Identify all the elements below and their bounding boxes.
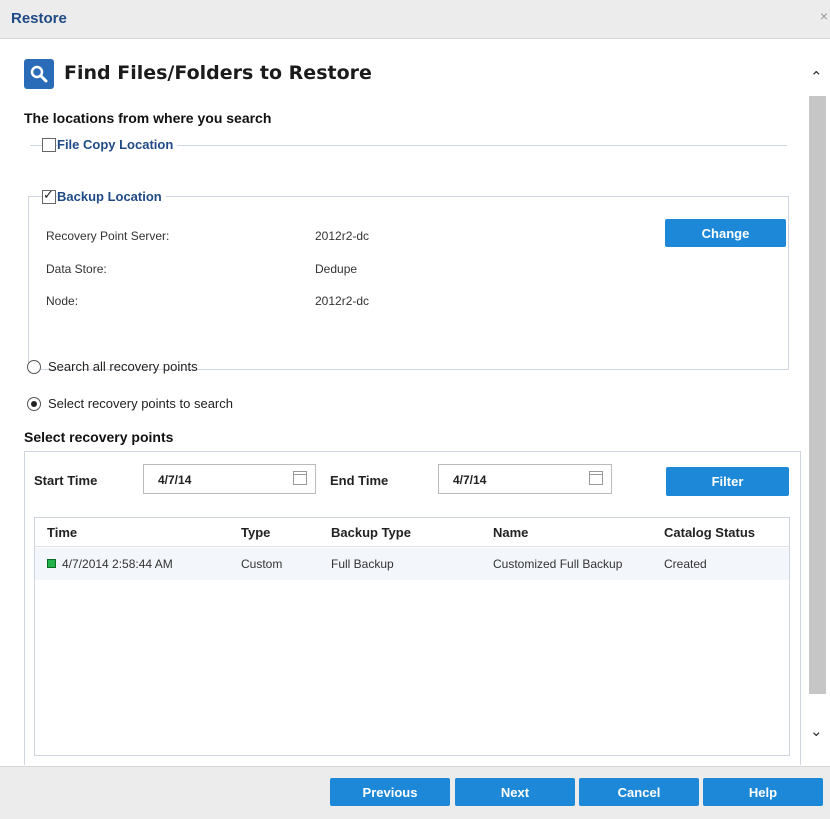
table-row[interactable]: 4/7/2014 2:58:44 AM Custom Full Backup C…	[35, 548, 789, 580]
calendar-icon[interactable]	[293, 471, 307, 485]
scroll-thumb[interactable]	[809, 96, 826, 694]
next-button[interactable]: Next	[455, 778, 575, 806]
vertical-scrollbar[interactable]: ⌃ ⌄	[806, 60, 830, 760]
page-title: Find Files/Folders to Restore	[64, 62, 372, 84]
data-store-label: Data Store:	[46, 262, 107, 276]
backup-location-label: Backup Location	[57, 189, 166, 204]
node-label: Node:	[46, 294, 79, 308]
rps-value: 2012r2-dc	[315, 229, 370, 243]
node-value: 2012r2-dc	[315, 294, 370, 308]
end-time-label: End Time	[330, 473, 389, 488]
recovery-points-table: Time Type Backup Type Name Catalog Statu…	[34, 517, 790, 756]
close-icon[interactable]: ×	[820, 8, 828, 24]
previous-button[interactable]: Previous	[330, 778, 450, 806]
calendar-icon[interactable]	[589, 471, 603, 485]
column-header[interactable]: Type	[241, 525, 270, 540]
window-title: Restore	[11, 10, 67, 27]
table-header: Time Type Backup Type Name Catalog Statu…	[35, 518, 789, 547]
start-time-label: Start Time	[34, 473, 98, 488]
cell-type: Custom	[241, 557, 283, 571]
end-time-input[interactable]: 4/7/14	[438, 464, 612, 494]
column-header[interactable]: Catalog Status	[664, 525, 755, 540]
start-time-input[interactable]: 4/7/14	[143, 464, 316, 494]
select-points-radio[interactable]	[27, 397, 41, 411]
end-time-value: 4/7/14	[453, 473, 487, 487]
help-button[interactable]: Help	[703, 778, 823, 806]
file-copy-checkbox[interactable]	[42, 138, 56, 152]
select-points-label: Select recovery points to search	[48, 396, 233, 411]
rps-label: Recovery Point Server:	[46, 229, 170, 243]
title-bar: Restore ×	[0, 0, 830, 39]
start-time-value: 4/7/14	[158, 473, 192, 487]
locations-title: The locations from where you search	[24, 110, 272, 126]
status-ok-icon	[47, 559, 56, 568]
dialog-footer: Previous Next Cancel Help	[0, 766, 830, 819]
chevron-down-icon[interactable]: ⌄	[810, 722, 823, 740]
column-header[interactable]: Name	[493, 525, 528, 540]
backup-location-checkbox[interactable]	[42, 187, 56, 204]
cell-time: 4/7/2014 2:58:44 AM	[62, 557, 173, 571]
file-copy-label: File Copy Location	[57, 137, 178, 152]
data-store-value: Dedupe	[315, 262, 358, 276]
column-header[interactable]: Backup Type	[331, 525, 411, 540]
cell-name: Customized Full Backup	[493, 557, 623, 571]
recovery-points-title: Select recovery points	[24, 429, 174, 445]
filter-button[interactable]: Filter	[666, 467, 789, 496]
cancel-button[interactable]: Cancel	[579, 778, 699, 806]
search-all-label: Search all recovery points	[48, 359, 198, 374]
cell-backup-type: Full Backup	[331, 557, 394, 571]
cell-catalog-status: Created	[664, 557, 707, 571]
chevron-up-icon[interactable]: ⌃	[810, 68, 823, 86]
change-button[interactable]: Change	[665, 219, 786, 247]
column-header[interactable]: Time	[47, 525, 77, 540]
dialog-content: Find Files/Folders to Restore The locati…	[0, 39, 806, 765]
search-icon	[24, 59, 54, 89]
search-all-radio[interactable]	[27, 360, 41, 374]
